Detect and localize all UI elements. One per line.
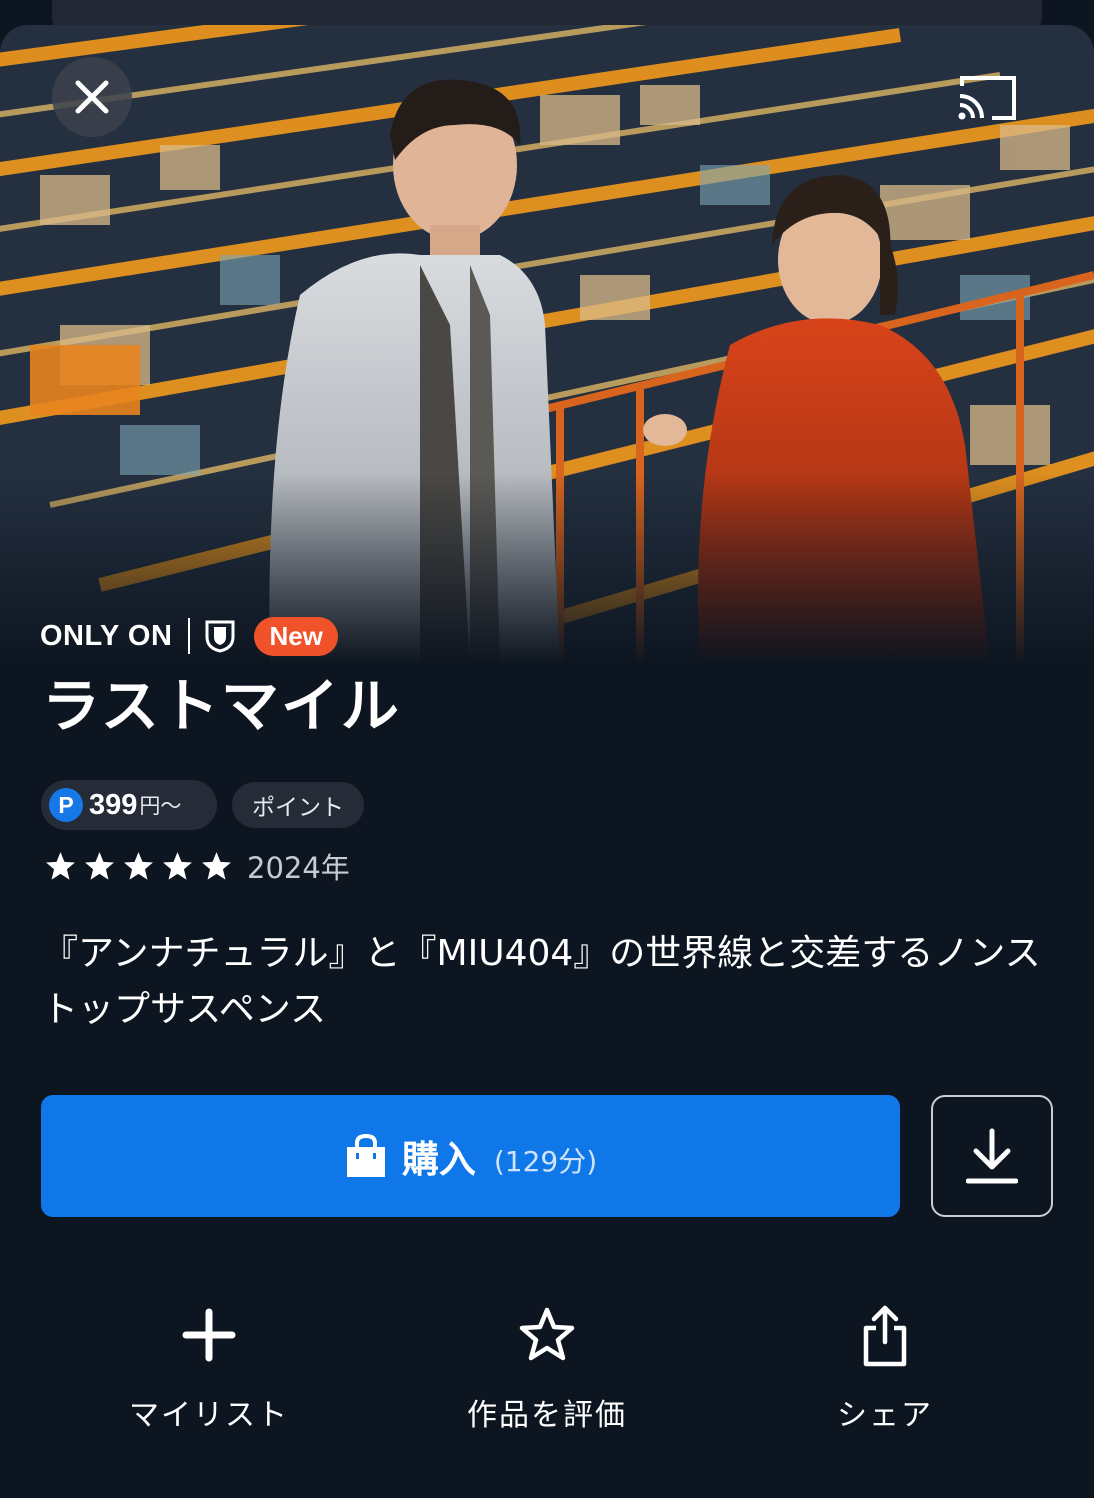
only-on-label: ONLY ON: [40, 619, 173, 652]
star-rating: [44, 850, 239, 883]
new-badge: New: [254, 616, 338, 656]
my-list-button[interactable]: マイリスト: [89, 1300, 329, 1434]
rate-button[interactable]: 作品を評価: [427, 1300, 667, 1434]
badge-row: ONLY ON New: [40, 616, 338, 656]
download-button[interactable]: [931, 1095, 1053, 1217]
share-icon: [863, 1305, 907, 1367]
star-filled-icon: [202, 851, 231, 880]
my-list-label: マイリスト: [129, 1398, 289, 1433]
release-year: 2024年: [247, 851, 350, 885]
shopping-bag-icon: [346, 1133, 385, 1177]
purchase-label: 購入: [401, 1138, 476, 1181]
share-label: シェア: [837, 1398, 933, 1433]
shield-logo-icon: [205, 620, 235, 653]
rating-row: 2024年: [44, 844, 350, 888]
close-button[interactable]: [52, 57, 132, 137]
page-title: ラストマイル: [42, 672, 401, 740]
cast-icon: [958, 76, 1016, 120]
price-unit: 円〜: [139, 794, 182, 818]
price-amount: 399: [89, 788, 138, 821]
purchase-button[interactable]: 購入 (129分): [41, 1095, 900, 1217]
star-filled-icon: [124, 851, 153, 880]
star-filled-icon: [85, 851, 114, 880]
hero-image: [0, 25, 1094, 665]
purchase-duration: (129分): [493, 1145, 598, 1178]
star-outline-icon: [519, 1307, 575, 1361]
description: 『アンナチュラル』と『MIU404』の世界線と交差するノンストップサスペンス: [42, 933, 1041, 1030]
points-pill[interactable]: ポイント: [232, 782, 364, 828]
cast-button[interactable]: [956, 72, 1020, 124]
share-button[interactable]: シェア: [765, 1300, 1005, 1434]
download-icon: [966, 1128, 1018, 1184]
badge-divider: [188, 618, 191, 654]
point-icon: P: [49, 788, 83, 822]
rate-label: 作品を評価: [467, 1398, 627, 1433]
plus-icon: [182, 1308, 236, 1362]
price-pill[interactable]: P 399 円〜: [41, 780, 217, 830]
close-icon: [75, 80, 109, 114]
star-filled-icon: [163, 851, 192, 880]
star-filled-icon: [46, 851, 75, 880]
